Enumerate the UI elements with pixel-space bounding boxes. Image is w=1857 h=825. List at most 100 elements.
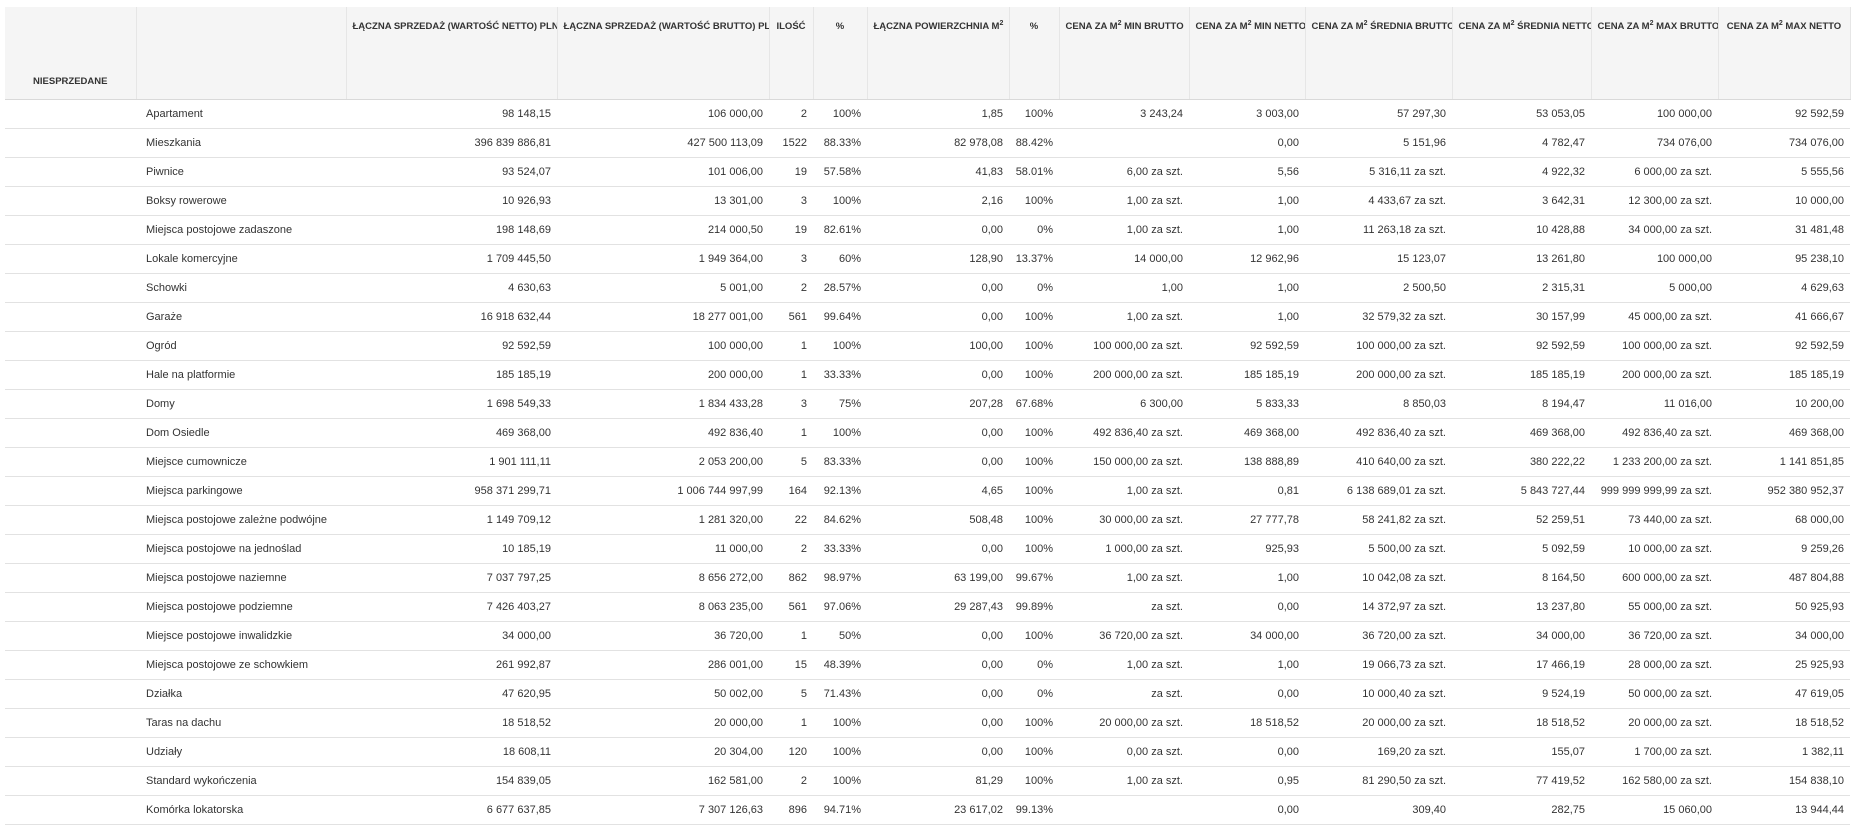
table-row[interactable]: Ogród 92 592,59 100 000,00 1 100% 100,00 100% 1… [5, 331, 1850, 361]
price-min-gross-cell: 36 720,00 za szt. [1059, 621, 1189, 651]
table-row[interactable]: Miejsca postojowe podziemne 7 426 403,27 8… [5, 592, 1850, 622]
product-type-cell: Domy [136, 389, 346, 419]
table-row[interactable]: Miejsca postojowe zadaszone 198 148,69 214… [5, 215, 1850, 245]
unsold-cell [5, 302, 136, 332]
product-type-cell: Taras na dachu [136, 708, 346, 738]
column-header-net-sales[interactable]: ŁĄCZNA SPRZEDAŻ (WARTOŚĆ NETTO) PLN [346, 7, 558, 100]
column-header-price-min-net[interactable]: CENA ZA M2 MIN NETTO [1189, 7, 1306, 100]
price-avg-gross-cell: 4 433,67 za szt. [1305, 186, 1452, 216]
table-row[interactable]: Komórka lokatorska 6 677 637,85 7 307 126,… [5, 795, 1850, 825]
area-percent-cell: 100% [1009, 360, 1059, 390]
product-type-cell: Apartament [136, 99, 346, 129]
column-header-price-avg-net[interactable]: CENA ZA M2 ŚREDNIA NETTO [1452, 7, 1592, 100]
table-row[interactable]: Domy 1 698 549,33 1 834 433,28 3 75% 207,28 67… [5, 389, 1850, 419]
price-max-net-cell: 154 838,10 [1718, 766, 1850, 796]
price-max-gross-cell: 492 836,40 za szt. [1591, 418, 1718, 448]
area-percent-cell: 100% [1009, 302, 1059, 332]
price-min-net-cell: 5 833,33 [1189, 389, 1305, 419]
quantity-cell: 561 [769, 302, 813, 332]
area-percent-cell: 100% [1009, 505, 1059, 535]
price-avg-net-cell: 8 164,50 [1452, 563, 1591, 593]
column-header-gross-sales[interactable]: ŁĄCZNA SPRZEDAŻ (WARTOŚĆ BRUTTO) PLN [557, 7, 770, 100]
unsold-cell [5, 708, 136, 738]
price-min-net-cell: 18 518,52 [1189, 708, 1305, 738]
area-percent-cell: 100% [1009, 418, 1059, 448]
unsold-cell [5, 418, 136, 448]
column-header-price-max-gross[interactable]: CENA ZA M2 MAX BRUTTO [1591, 7, 1719, 100]
price-avg-gross-cell: 100 000,00 za szt. [1305, 331, 1452, 361]
product-type-cell: Miejsce cumownicze [136, 447, 346, 477]
table-row[interactable]: Taras na dachu 18 518,52 20 000,00 1 100% 0,0… [5, 708, 1850, 738]
table-row[interactable]: Apartament 98 148,15 106 000,00 2 100% 1,85 10… [5, 99, 1850, 129]
area-percent-cell: 88.42% [1009, 128, 1059, 158]
gross-sales-cell: 100 000,00 [557, 331, 769, 361]
quantity-percent-cell: 84.62% [813, 505, 867, 535]
quantity-cell: 2 [769, 766, 813, 796]
column-header-price-min-gross[interactable]: CENA ZA M2 MIN BRUTTO [1059, 7, 1190, 100]
table-row[interactable]: Działka 47 620,95 50 002,00 5 71.43% 0,00 0% za… [5, 679, 1850, 709]
table-row[interactable]: Udziały 18 608,11 20 304,00 120 100% 0,00 100%… [5, 737, 1850, 767]
price-max-gross-cell: 11 016,00 [1591, 389, 1718, 419]
net-sales-cell: 4 630,63 [346, 273, 557, 303]
table-row[interactable]: Piwnice 93 524,07 101 006,00 19 57.58% 41,83 5… [5, 157, 1850, 187]
price-min-gross-cell: 1,00 za szt. [1059, 186, 1189, 216]
unsold-cell [5, 679, 136, 709]
column-header-total-area[interactable]: ŁĄCZNA POWIERZCHNIA M2 [867, 7, 1010, 100]
table-row[interactable]: Dom Osiedle 469 368,00 492 836,40 1 100% 0,00… [5, 418, 1850, 448]
area-percent-cell: 100% [1009, 766, 1059, 796]
table-row[interactable]: Miejsce postojowe inwalidzkie 34 000,00 36… [5, 621, 1850, 651]
price-avg-gross-cell: 32 579,32 za szt. [1305, 302, 1452, 332]
unsold-cell [5, 157, 136, 187]
total-area-cell: 207,28 [867, 389, 1009, 419]
quantity-percent-cell: 28.57% [813, 273, 867, 303]
quantity-cell: 5 [769, 447, 813, 477]
quantity-percent-cell: 48.39% [813, 650, 867, 680]
table-row[interactable]: Miejsce cumownicze 1 901 111,11 2 053 200,… [5, 447, 1850, 477]
price-min-gross-cell [1059, 795, 1189, 825]
column-header-label: ILOŚĆ [776, 21, 806, 32]
price-min-net-cell: 1,00 [1189, 215, 1305, 245]
price-max-net-cell: 4 629,63 [1718, 273, 1850, 303]
column-header-label-suffix: ŚREDNIA NETTO [1514, 21, 1591, 32]
quantity-percent-cell: 100% [813, 99, 867, 129]
net-sales-cell: 6 677 637,85 [346, 795, 557, 825]
table-row[interactable]: Miejsca postojowe ze schowkiem 261 992,87… [5, 650, 1850, 680]
price-max-net-cell: 95 238,10 [1718, 244, 1850, 274]
column-header-price-max-net[interactable]: CENA ZA M2 MAX NETTO [1718, 7, 1851, 100]
price-min-net-cell: 0,00 [1189, 128, 1305, 158]
gross-sales-cell: 1 281 320,00 [557, 505, 769, 535]
column-header-quantity[interactable]: ILOŚĆ [769, 7, 814, 100]
column-header-area-percent[interactable]: % [1009, 7, 1060, 100]
table-row[interactable]: Hale na platformie 185 185,19 200 000,00 1 3… [5, 360, 1850, 390]
table-row[interactable]: Mieszkania 396 839 886,81 427 500 113,09 15… [5, 128, 1850, 158]
gross-sales-cell: 18 277 001,00 [557, 302, 769, 332]
price-min-gross-cell: 1,00 za szt. [1059, 302, 1189, 332]
product-type-cell: Piwnice [136, 157, 346, 187]
total-area-cell: 4,65 [867, 476, 1009, 506]
price-max-net-cell: 10 000,00 [1718, 186, 1850, 216]
column-header-price-avg-gross[interactable]: CENA ZA M2 ŚREDNIA BRUTTO [1305, 7, 1453, 100]
product-type-cell: Dom Osiedle [136, 418, 346, 448]
table-row[interactable]: Miejsca parkingowe 958 371 299,71 1 006 74… [5, 476, 1850, 506]
table-row[interactable]: Miejsca postojowe naziemne 7 037 797,25 8 … [5, 563, 1850, 593]
column-header-quantity-percent[interactable]: % [813, 7, 868, 100]
net-sales-cell: 18 518,52 [346, 708, 557, 738]
table-row[interactable]: Lokale komercyjne 1 709 445,50 1 949 364,0… [5, 244, 1850, 274]
column-header-unsold[interactable]: NIESPRZEDANE [5, 7, 137, 100]
table-row[interactable]: Garaże 16 918 632,44 18 277 001,00 561 99.64… [5, 302, 1850, 332]
quantity-cell: 896 [769, 795, 813, 825]
net-sales-cell: 198 148,69 [346, 215, 557, 245]
price-max-gross-cell: 12 300,00 za szt. [1591, 186, 1718, 216]
table-row[interactable]: Standard wykończenia 154 839,05 162 581,00… [5, 766, 1850, 796]
table-row[interactable]: Schowki 4 630,63 5 001,00 2 28.57% 0,00 0% 1,00… [5, 273, 1850, 303]
table-row[interactable]: Miejsca postojowe zależne podwójne 1 149 … [5, 505, 1850, 535]
price-avg-net-cell: 282,75 [1452, 795, 1591, 825]
table-row[interactable]: Miejsca postojowe na jednoślad 10 185,19 1… [5, 534, 1850, 564]
price-min-gross-cell: 1,00 za szt. [1059, 766, 1189, 796]
price-max-net-cell: 5 555,56 [1718, 157, 1850, 187]
price-avg-net-cell: 185 185,19 [1452, 360, 1591, 390]
table-row[interactable]: Boksy rowerowe 10 926,93 13 301,00 3 100% 2,1… [5, 186, 1850, 216]
price-max-net-cell: 34 000,00 [1718, 621, 1850, 651]
price-min-gross-cell: 1,00 za szt. [1059, 650, 1189, 680]
quantity-cell: 120 [769, 737, 813, 767]
